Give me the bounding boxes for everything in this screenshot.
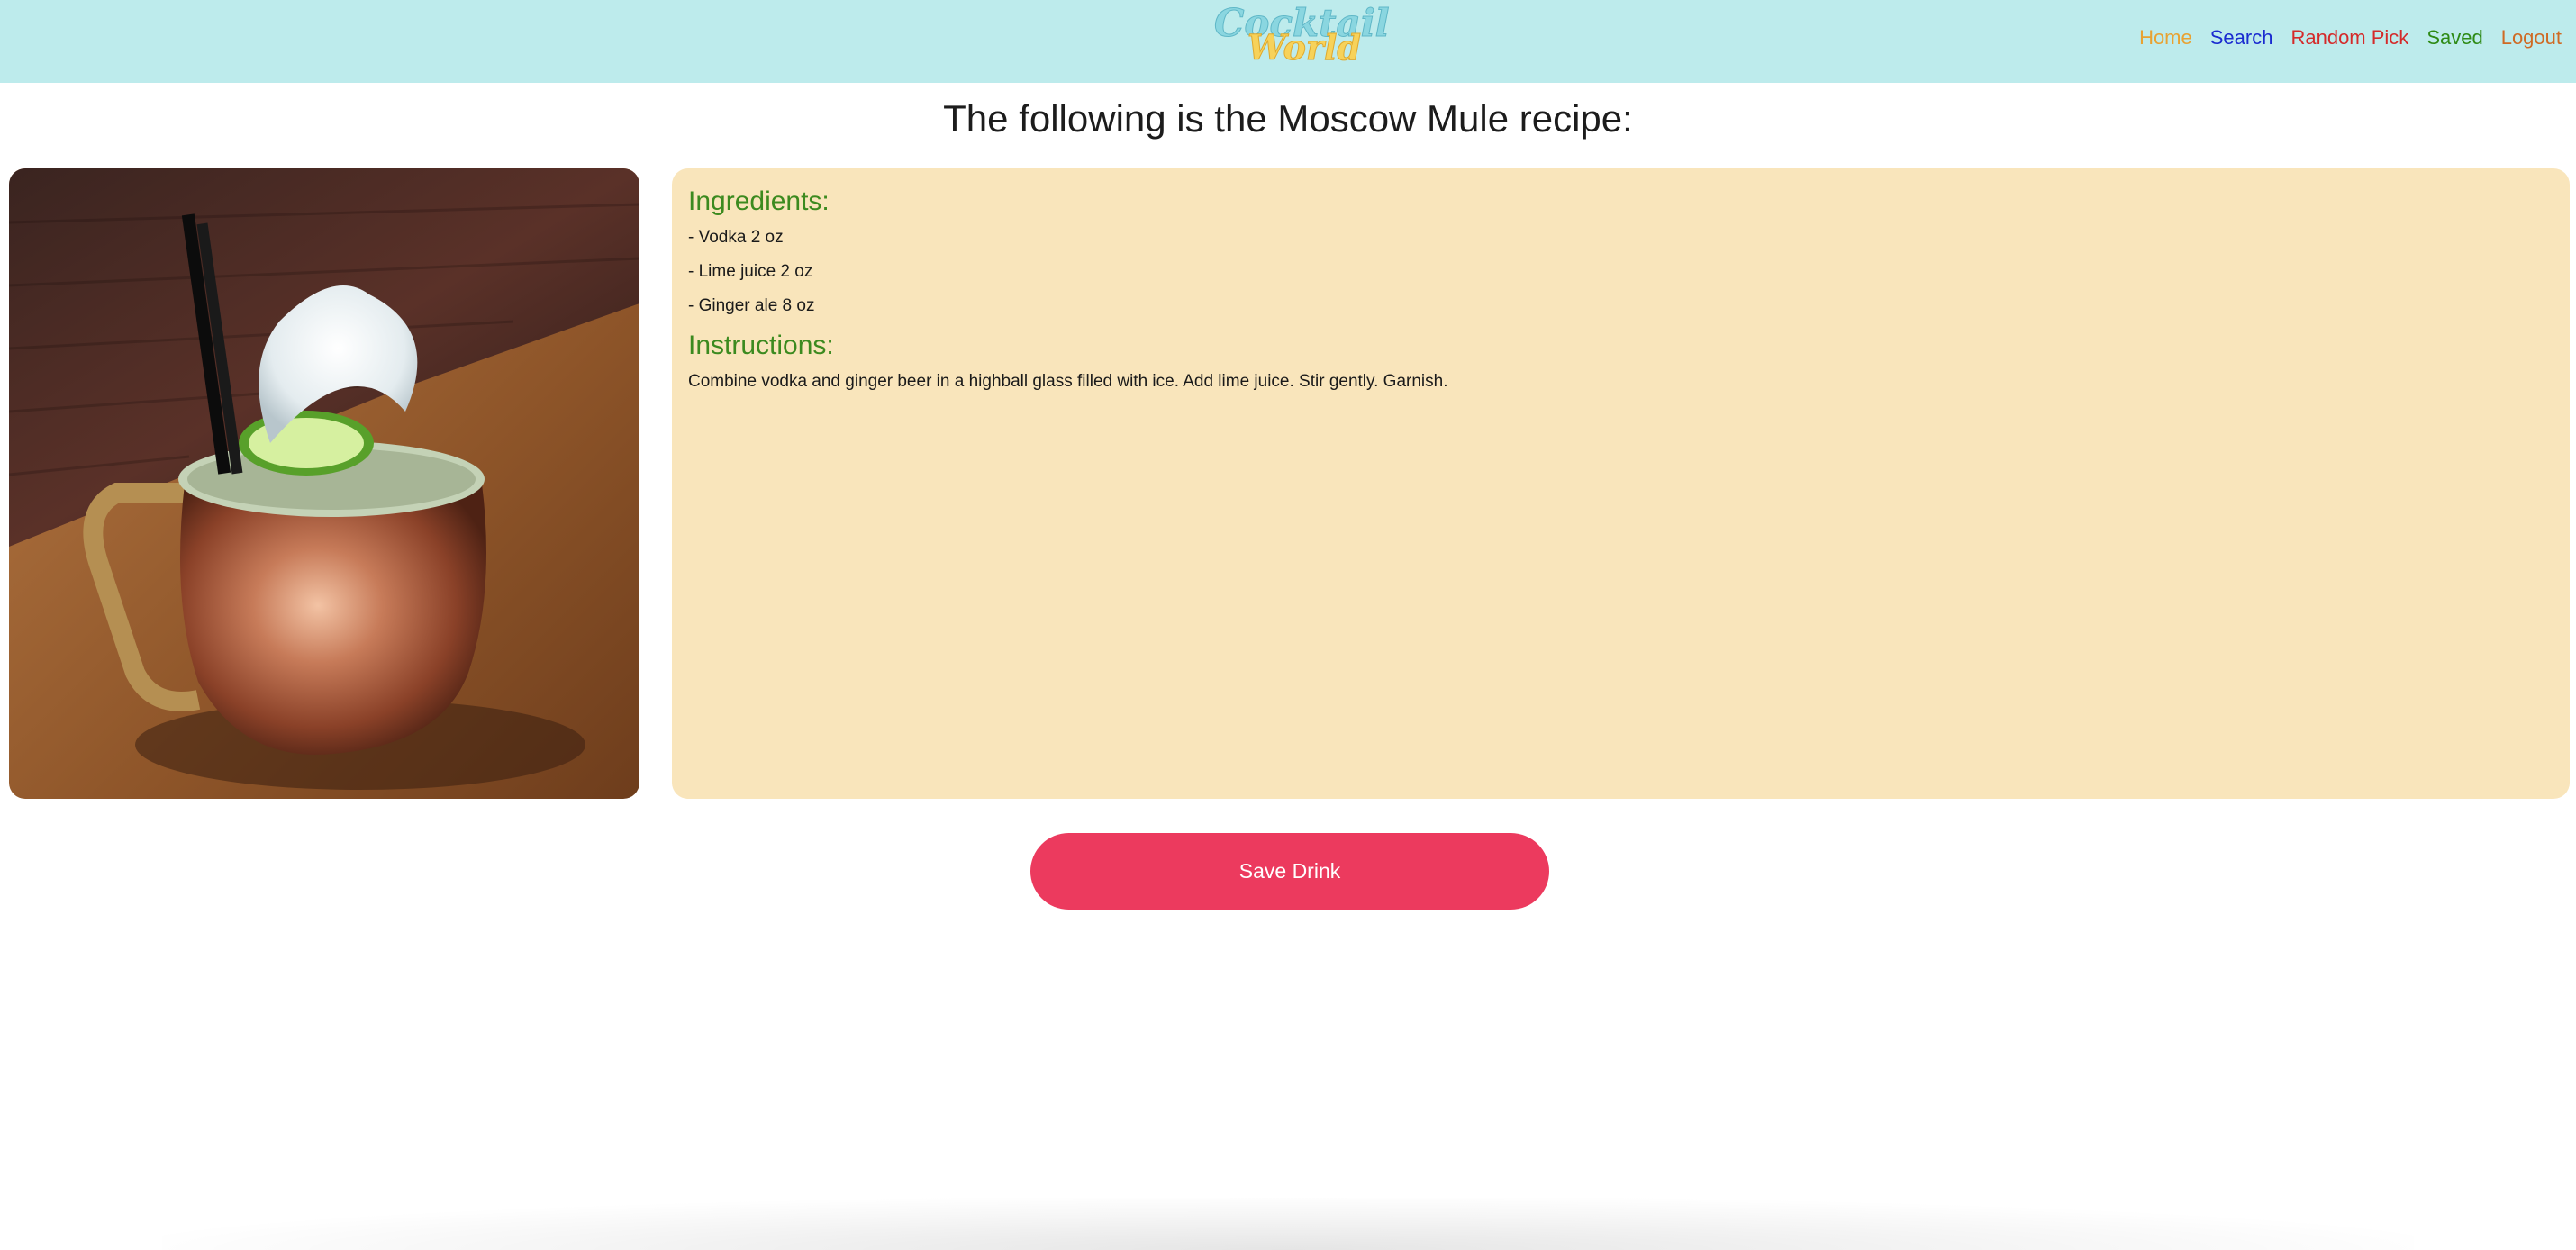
instructions-text: Combine vodka and ginger beer in a highb… (688, 372, 1448, 391)
svg-text:World: World (1247, 27, 1361, 68)
nav-search-link[interactable]: Search (2210, 26, 2273, 50)
cocktail-world-logo[interactable]: Cocktail World (1207, 0, 1396, 72)
ingredients-heading: Ingredients: (688, 186, 830, 216)
footer-shadow (162, 1198, 2414, 1250)
ingredient-item: - Ginger ale 8 oz (688, 296, 815, 315)
nav-home-link[interactable]: Home (2139, 26, 2192, 50)
nav-random-pick-link[interactable]: Random Pick (2290, 26, 2408, 50)
recipe-card: Ingredients: - Vodka 2 oz - Lime juice 2… (672, 168, 2570, 799)
drink-image (9, 168, 639, 799)
page-title: The following is the Moscow Mule recipe: (943, 97, 1633, 140)
nav-logout-link[interactable]: Logout (2501, 26, 2562, 50)
instructions-heading: Instructions: (688, 331, 834, 360)
save-drink-button[interactable]: Save Drink (1030, 833, 1549, 910)
nav-saved-link[interactable]: Saved (2426, 26, 2482, 50)
nav-links: Home Search Random Pick Saved Logout (2121, 23, 2562, 52)
navbar: Cocktail World Home Search Random Pick S… (0, 0, 2576, 83)
ingredient-item: - Lime juice 2 oz (688, 262, 813, 281)
ingredient-item: - Vodka 2 oz (688, 228, 784, 247)
